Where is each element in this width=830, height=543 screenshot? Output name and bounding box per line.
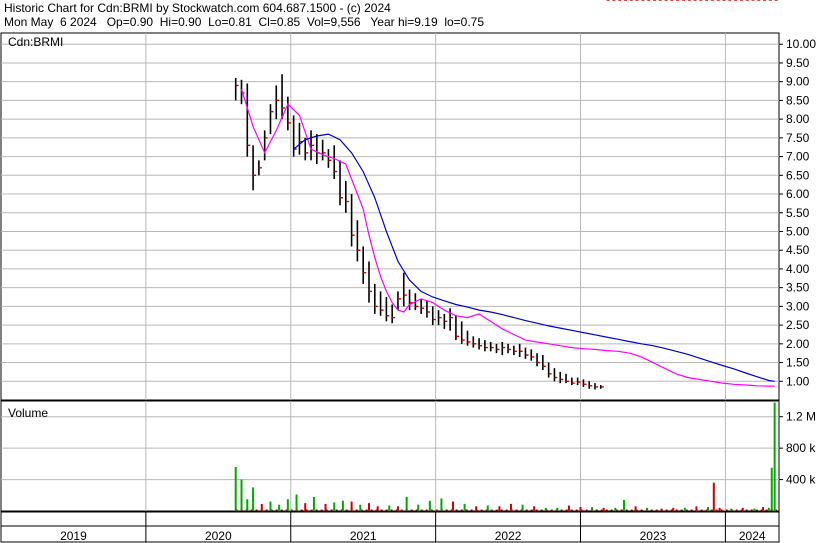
volume-bar [388,505,391,511]
volume-bar [614,507,617,511]
price-tick-label: 2.00 [786,337,810,351]
volume-bar [556,507,559,511]
price-tick-label: 9.50 [786,56,810,70]
symbol-label: Cdn:BRMI [8,35,63,49]
volume-bar [672,507,675,511]
price-tick-label: 6.50 [786,168,810,182]
volume-bar [683,507,686,511]
volume-bar [741,507,744,511]
price-tick-label: 2.50 [786,318,810,332]
volume-bar [622,500,625,511]
year-label: 2019 [60,529,87,543]
volume-y-axis: 1.2 M 800 k 400 k [779,410,816,487]
year-label: 2020 [205,529,232,543]
price-tick-label: 9.00 [786,75,810,89]
price-tick-label: 6.00 [786,187,810,201]
volume-label: Volume [8,406,48,420]
volume-bar [767,507,770,511]
price-y-axis: 10.00 9.50 9.00 8.50 8.00 7.50 7.00 6.50 6.00 5.5… [779,37,816,388]
price-tick-label: 4.00 [786,262,810,276]
volume-bar [770,467,773,511]
volume-bar [440,498,443,511]
volume-tick-label: 800 k [786,441,816,455]
price-tick-label: 1.00 [786,374,810,388]
price-tick-label: 8.00 [786,112,810,126]
volume-bar [428,500,431,511]
volume-bar [278,504,281,511]
year-label: 2021 [350,529,377,543]
volume-bar [753,508,756,511]
volume-bar [463,503,466,511]
stock-chart: 10.00 9.50 9.00 8.50 8.00 7.50 7.00 6.50 6.00 5.5… [0,0,816,543]
price-tick-label: 5.00 [786,224,810,238]
price-tick-label: 10.00 [786,37,816,51]
volume-bar [567,505,570,511]
price-tick-label: 3.00 [786,299,810,313]
volume-bar [367,503,370,511]
volume-bar [295,494,298,511]
volume-bar [286,499,289,511]
volume-bar [718,507,721,511]
volume-bar [312,496,315,511]
volume-bar [240,479,243,511]
volume-bar [712,482,715,511]
volume-bar [533,506,536,511]
price-tick-label: 8.50 [786,93,810,107]
volume-bar [405,496,408,511]
volume-bar [333,502,336,511]
price-tick-label: 7.00 [786,150,810,164]
year-label: 2023 [640,529,667,543]
volume-bar [773,402,776,511]
volume-bar [234,467,237,511]
volume-bar [252,487,255,511]
volume-bar [498,506,501,511]
year-label: 2024 [739,529,766,543]
price-tick-label: 5.50 [786,206,810,220]
volume-tick-label: 400 k [786,473,816,487]
volume-bar [246,499,249,511]
volume-bar [602,507,605,511]
volume-panel-frame [0,400,780,512]
volume-bar [544,507,547,511]
price-tick-label: 3.50 [786,281,810,295]
price-tick-label: 1.50 [786,356,810,370]
volume-tick-label: 1.2 M [786,410,816,424]
price-tick-label: 7.50 [786,131,810,145]
volume-bar [341,500,344,511]
year-label: 2022 [495,529,522,543]
price-tick-label: 4.50 [786,243,810,257]
volume-bar [646,507,649,511]
price-panel-frame [0,32,780,401]
